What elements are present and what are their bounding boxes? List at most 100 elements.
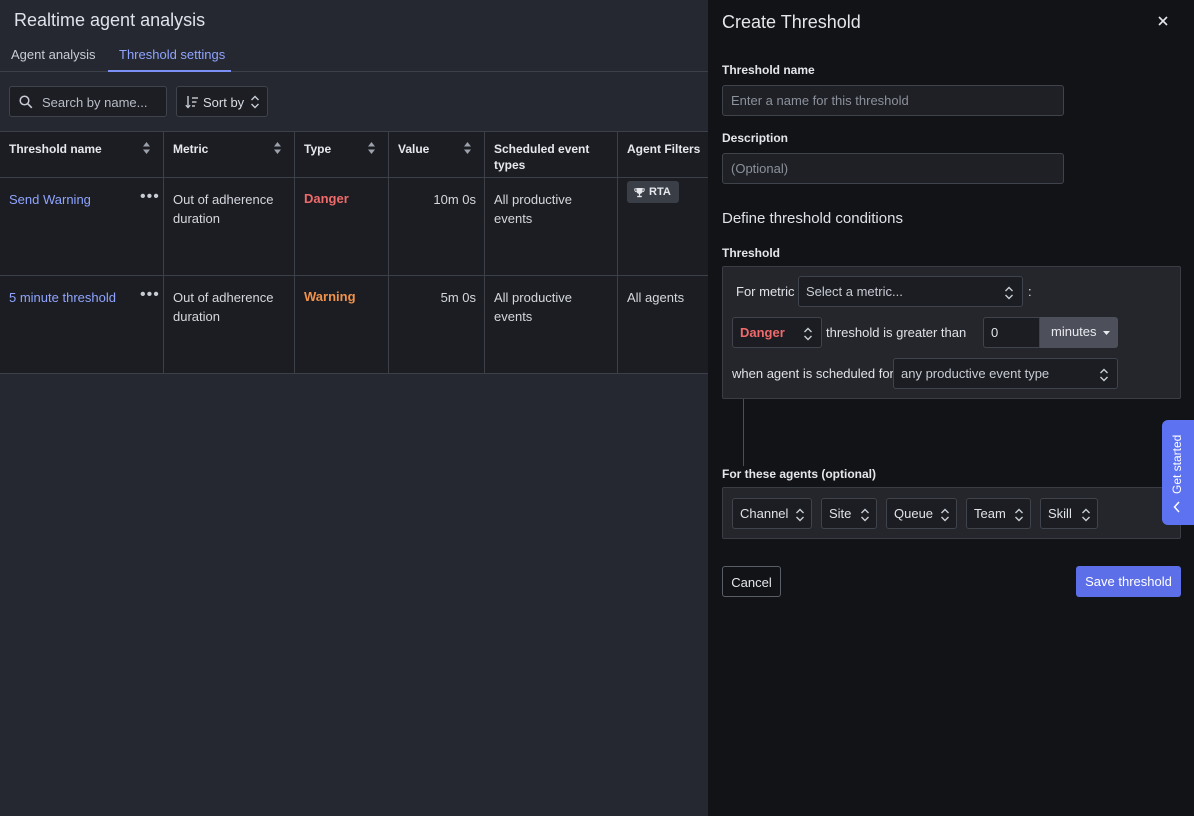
column-divider [163, 178, 164, 275]
filter-skill-button[interactable]: Skill [1040, 498, 1098, 529]
conditions-title: Define threshold conditions [722, 210, 903, 227]
filter-label: Skill [1048, 506, 1072, 521]
column-divider [163, 132, 164, 179]
column-divider [294, 276, 295, 373]
save-threshold-button[interactable]: Save threshold [1076, 566, 1181, 597]
chevron-updown-icon [860, 507, 870, 523]
metric-select[interactable]: Select a metric... [798, 276, 1023, 307]
panel-title: Create Threshold [722, 12, 861, 32]
condition-connector-line [743, 399, 744, 466]
threshold-conditions-box: For metric Select a metric... : Danger t… [722, 266, 1181, 399]
column-divider [163, 276, 164, 373]
description-label: Description [722, 131, 789, 145]
agent-filter-badge: RTA [627, 181, 679, 203]
thresholds-table: Threshold name Metric Type Value Schedul… [0, 131, 708, 374]
events-cell: All productive events [494, 290, 573, 324]
get-started-tab[interactable]: Get started [1162, 420, 1194, 525]
tab-threshold-settings[interactable]: Threshold settings [119, 47, 225, 62]
column-divider [617, 178, 618, 275]
filter-queue-button[interactable]: Queue [886, 498, 957, 529]
filter-channel-button[interactable]: Channel [732, 498, 812, 529]
search-icon [19, 95, 33, 109]
badge-label: RTA [649, 186, 671, 198]
search-input[interactable]: Search by name... [9, 86, 167, 117]
sort-icon [185, 95, 199, 109]
agents-label: For these agents (optional) [722, 467, 877, 481]
level-select-value: Danger [740, 325, 785, 340]
threshold-name-link[interactable]: Send Warning [9, 190, 91, 209]
type-cell: Warning [304, 289, 356, 304]
caret-down-icon [1103, 330, 1111, 335]
events-cell: All productive events [494, 192, 573, 226]
column-divider [388, 132, 389, 179]
column-divider [484, 178, 485, 275]
column-divider [617, 276, 618, 373]
table-row: Send Warning ••• Out of adherence durati… [0, 178, 708, 276]
metric-cell: Out of adherence duration [173, 290, 274, 324]
metric-select-value: Select a metric... [806, 284, 903, 299]
agent-filters-box: Channel Site Queue Team Skill [722, 487, 1181, 539]
table-row: 5 minute threshold ••• Out of adherence … [0, 276, 708, 374]
event-type-select-value: any productive event type [901, 366, 1050, 381]
create-threshold-panel: Create Threshold Threshold name Enter a … [708, 0, 1194, 816]
close-icon[interactable] [1157, 15, 1169, 27]
more-options-icon[interactable]: ••• [140, 286, 160, 304]
header-threshold-name[interactable]: Threshold name [9, 141, 102, 157]
unit-dropdown[interactable]: minutes [1040, 317, 1118, 348]
filter-label: Queue [894, 506, 934, 521]
sort-toggle-icon[interactable] [367, 141, 376, 155]
unit-dropdown-value: minutes [1051, 324, 1097, 339]
header-scheduled-event-types: Scheduled event types [494, 142, 590, 172]
active-tab-indicator [108, 70, 231, 72]
amount-input[interactable]: 0 [983, 317, 1040, 348]
chevron-updown-icon [940, 507, 950, 523]
column-divider [484, 276, 485, 373]
chevron-updown-icon [250, 94, 260, 110]
main-pane: Realtime agent analysis Agent analysis T… [0, 0, 708, 816]
filter-site-button[interactable]: Site [821, 498, 877, 529]
description-input[interactable]: (Optional) [722, 153, 1064, 184]
column-divider [388, 276, 389, 373]
column-divider [294, 178, 295, 275]
chevron-updown-icon [1099, 367, 1109, 383]
table-header: Threshold name Metric Type Value Schedul… [0, 131, 708, 179]
filter-team-button[interactable]: Team [966, 498, 1031, 529]
get-started-label: Get started [1170, 434, 1184, 494]
filters-cell: All agents [627, 290, 685, 305]
colon-text: : [1028, 284, 1032, 299]
more-options-icon[interactable]: ••• [140, 188, 160, 206]
column-divider [617, 132, 618, 179]
threshold-label: Threshold [722, 246, 781, 260]
chevron-updown-icon [803, 326, 813, 342]
tab-bar: Agent analysis Threshold settings [0, 40, 708, 72]
scheduled-for-text: when agent is scheduled for [732, 366, 894, 381]
event-type-select[interactable]: any productive event type [893, 358, 1118, 389]
header-agent-filters: Agent Filters [627, 142, 701, 156]
value-cell: 5m 0s [440, 290, 476, 305]
page-title: Realtime agent analysis [14, 10, 206, 30]
filter-label: Team [974, 506, 1006, 521]
header-metric[interactable]: Metric [173, 141, 208, 157]
sort-toggle-icon[interactable] [463, 141, 472, 155]
sort-toggle-icon[interactable] [273, 141, 282, 155]
cancel-button[interactable]: Cancel [722, 566, 781, 597]
sort-button[interactable]: Sort by [176, 86, 268, 117]
header-type[interactable]: Type [304, 141, 331, 157]
threshold-name-link[interactable]: 5 minute threshold [9, 288, 116, 307]
for-metric-text: For metric [736, 284, 795, 299]
metric-cell: Out of adherence duration [173, 192, 274, 226]
tab-agent-analysis[interactable]: Agent analysis [11, 47, 96, 62]
threshold-name-label: Threshold name [722, 63, 815, 77]
chevron-updown-icon [1081, 507, 1091, 523]
chevron-updown-icon [1004, 285, 1014, 301]
header-value[interactable]: Value [398, 141, 429, 157]
chevron-left-icon [1173, 501, 1181, 513]
filter-label: Site [829, 506, 852, 521]
level-select[interactable]: Danger [732, 317, 822, 348]
sort-toggle-icon[interactable] [142, 141, 151, 155]
chevron-updown-icon [795, 507, 805, 523]
greater-than-text: threshold is greater than [826, 325, 967, 340]
threshold-name-input[interactable]: Enter a name for this threshold [722, 85, 1064, 116]
sort-label: Sort by [203, 95, 245, 110]
column-divider [484, 132, 485, 179]
